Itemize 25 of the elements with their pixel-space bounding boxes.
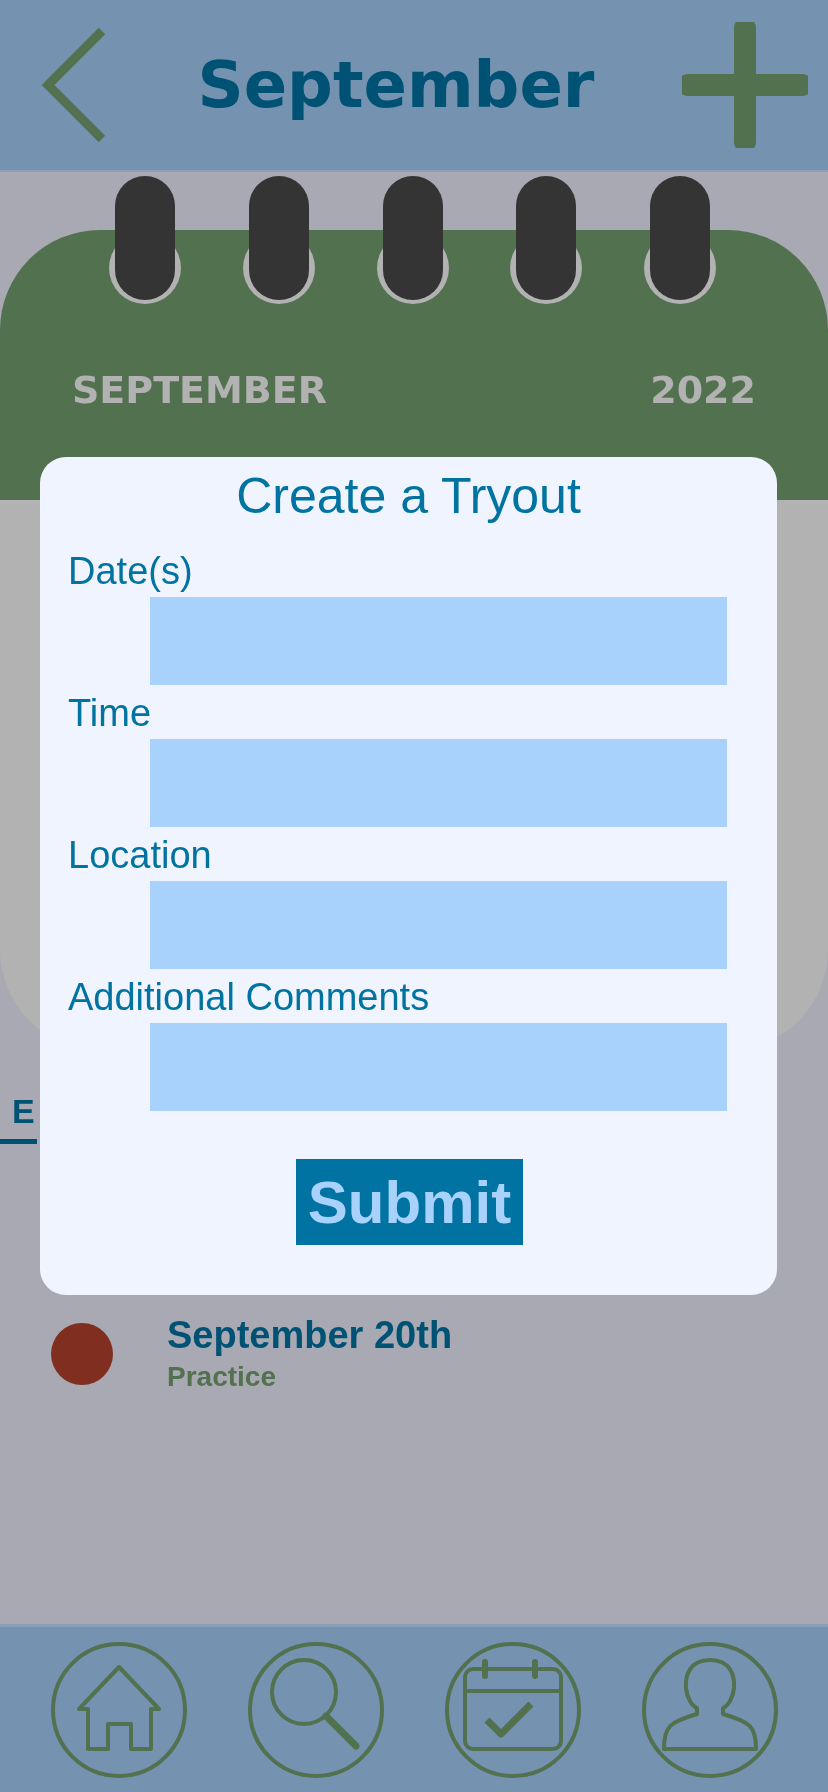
page-title: September: [197, 48, 595, 122]
input-field[interactable]: [150, 739, 727, 827]
plus-icon[interactable]: [682, 22, 808, 148]
binder-ring-icon: [375, 176, 451, 306]
input-field[interactable]: [150, 597, 727, 685]
submit-button[interactable]: Submit: [295, 1159, 524, 1245]
calendar-year: 2022: [650, 368, 756, 412]
event-date: September 20th: [167, 1314, 453, 1357]
binder-ring-icon: [508, 176, 584, 306]
calendar-check-icon[interactable]: [442, 1639, 583, 1780]
profile-icon[interactable]: [639, 1639, 780, 1780]
calendar-month: SEPTEMBER: [72, 368, 328, 412]
field-label: Additional Comments: [68, 977, 431, 1017]
input-field[interactable]: [150, 1023, 727, 1111]
field-label: Date(s): [68, 551, 194, 591]
binder-ring-icon: [642, 176, 718, 306]
search-icon[interactable]: [245, 1639, 386, 1780]
dialog-title: Create a Tryout: [235, 467, 582, 525]
field-label: Time: [68, 693, 153, 733]
home-icon[interactable]: [48, 1639, 189, 1780]
input-field[interactable]: [150, 881, 727, 969]
binder-ring-icon: [107, 176, 183, 306]
binder-ring-icon: [241, 176, 317, 306]
event-type: Practice: [167, 1361, 277, 1393]
field-label: Location: [68, 835, 213, 875]
